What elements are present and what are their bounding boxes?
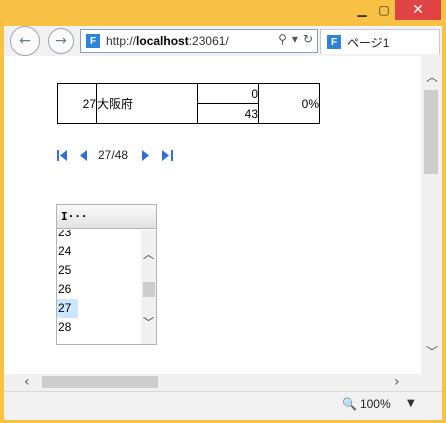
close-button[interactable]: ✕ — [395, 0, 441, 20]
scroll-left-icon[interactable]: ‹ — [24, 374, 30, 390]
value-top: 0 — [197, 83, 259, 104]
refresh-icon[interactable]: ↻ — [303, 32, 313, 46]
browser-tab[interactable]: F ページ1 — [320, 29, 440, 54]
forward-button[interactable]: → — [48, 28, 74, 54]
list-scrollbar[interactable]: ︿ ﹀ — [141, 230, 156, 344]
forward-arrow-icon: → — [55, 33, 67, 49]
list-item[interactable]: 24 — [57, 242, 141, 261]
report-row: 27 大阪府 0 0% — [57, 83, 320, 124]
vertical-scroll-thumb[interactable] — [424, 90, 438, 174]
list-item[interactable]: 25 — [57, 261, 141, 280]
page-viewport: 27 大阪府 0 0% 43 27/48 I··· 23 24 25 26 27… — [4, 56, 421, 374]
maximize-button[interactable]: ▢ — [375, 0, 393, 20]
zoom-level: 100% — [359, 397, 391, 411]
navigation-bar: ← → F http://localhost:23061/ ⚲ ▾ ↻ F ペー… — [4, 26, 442, 56]
url-scheme: http:// — [106, 34, 137, 48]
zoom-icon: 🔍 — [342, 397, 357, 411]
status-bar: 🔍 100% ▼ — [4, 391, 442, 420]
list-item[interactable]: 23 — [57, 230, 141, 242]
page-list[interactable]: I··· 23 24 25 26 27 28 ︿ ﹀ — [56, 204, 157, 345]
search-icon[interactable]: ⚲ — [278, 32, 287, 46]
last-page-button[interactable] — [162, 149, 174, 161]
first-page-icon — [57, 149, 67, 161]
tab-title: ページ1 — [347, 35, 390, 50]
percent-value: 0% — [258, 83, 320, 124]
list-scroll-thumb[interactable] — [143, 282, 155, 297]
dropdown-icon[interactable]: ▾ — [292, 32, 298, 46]
back-button[interactable]: ← — [10, 26, 40, 56]
scrollbar-corner — [421, 374, 442, 391]
pager: 27/48 — [57, 148, 185, 162]
zoom-dropdown-icon[interactable]: ▼ — [407, 398, 415, 409]
horizontal-scrollbar[interactable]: ‹ › — [4, 374, 421, 391]
prev-page-icon — [80, 149, 87, 161]
prev-page-button[interactable] — [80, 149, 88, 161]
list-header[interactable]: I··· — [57, 205, 156, 229]
back-arrow-icon: ← — [19, 33, 31, 49]
prefecture-code: 27 — [57, 83, 97, 124]
address-bar[interactable]: F http://localhost:23061/ ⚲ ▾ ↻ — [80, 29, 318, 53]
url-rest: :23061/ — [188, 34, 229, 48]
scroll-down-icon[interactable]: ﹀ — [426, 343, 438, 360]
address-tools: ⚲ ▾ ↻ — [278, 32, 313, 46]
url-host: localhost — [136, 34, 189, 48]
tab-favicon-icon: F — [327, 35, 341, 49]
page-indicator: 27/48 — [98, 148, 129, 162]
vertical-scrollbar[interactable]: ︿ ﹀ — [421, 56, 442, 374]
chevron-up-icon[interactable]: ︿ — [143, 246, 154, 262]
report-table: 27 大阪府 0 0% 43 — [57, 83, 320, 124]
last-page-icon — [162, 149, 174, 161]
chevron-down-icon[interactable]: ﹀ — [143, 314, 154, 330]
zoom-control[interactable]: 🔍 100% — [342, 397, 391, 411]
value-bottom: 43 — [197, 103, 259, 124]
address-url[interactable]: http://localhost:23061/ — [106, 34, 229, 48]
list-item[interactable]: 28 — [57, 318, 141, 337]
list-body: 23 24 25 26 27 28 — [57, 230, 141, 344]
list-item[interactable]: 26 — [57, 280, 141, 299]
next-page-icon — [142, 149, 150, 161]
next-page-button[interactable] — [142, 149, 150, 161]
scroll-right-icon[interactable]: › — [394, 374, 400, 390]
horizontal-scroll-thumb[interactable] — [42, 376, 158, 388]
prefecture-name: 大阪府 — [96, 83, 198, 124]
title-bar: ▁ ▢ ✕ — [0, 0, 446, 26]
first-page-button[interactable] — [57, 149, 68, 161]
list-item-selected[interactable]: 27 — [57, 299, 78, 318]
minimize-button[interactable]: ▁ — [350, 0, 374, 20]
scroll-up-icon[interactable]: ︿ — [426, 68, 438, 85]
site-favicon-icon: F — [86, 34, 100, 48]
